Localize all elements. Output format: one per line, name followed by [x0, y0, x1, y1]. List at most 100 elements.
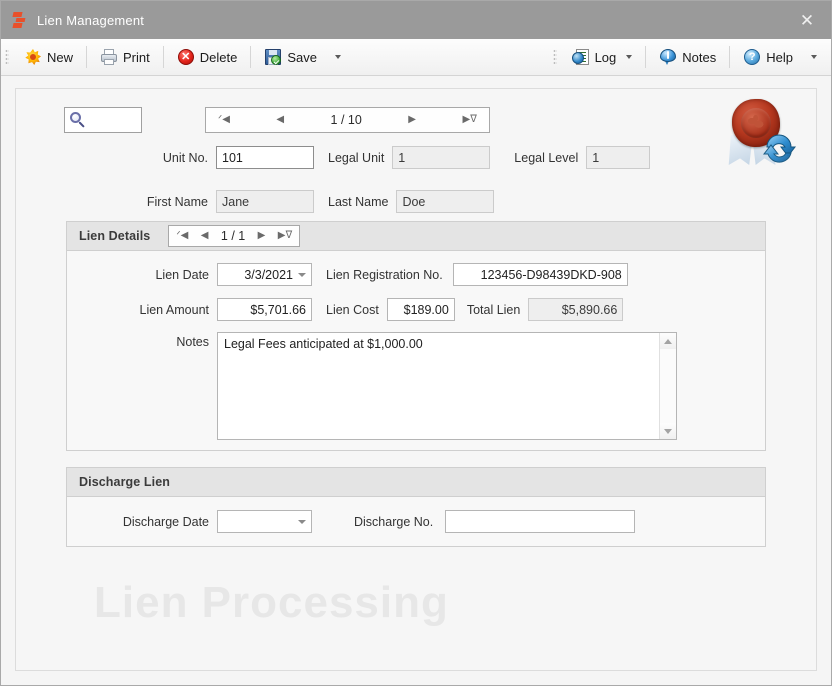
lien-nav-prev-button[interactable]: ◀ — [201, 231, 209, 241]
chevron-down-icon — [334, 55, 341, 59]
save-button-label: Save — [287, 49, 317, 65]
discharge-no-field[interactable] — [445, 510, 636, 533]
save-dropdown-button[interactable] — [328, 42, 348, 72]
nav-last-button[interactable]: ▶ᐁ — [462, 115, 477, 125]
lien-date-row: Lien Date 3/3/2021 Lien Registration No.… — [67, 263, 628, 286]
first-name-label: First Name — [146, 194, 208, 209]
notes-scrollbar[interactable] — [659, 333, 676, 439]
unit-no-field[interactable]: 101 — [216, 146, 314, 169]
first-name-field: Jane — [216, 190, 314, 213]
log-button[interactable]: Log — [563, 42, 642, 72]
lien-amount-field[interactable]: $5,701.66 — [217, 298, 312, 321]
last-name-label: Last Name — [328, 194, 389, 209]
toolbar-right-group: Log Notes ? Help — [549, 39, 825, 75]
form-panel: ᐟ◀ ◀ 1 / 10 ▶ ▶ᐁ Unit No. 101 Legal Unit… — [15, 88, 817, 671]
new-button-label: New — [47, 49, 74, 65]
chevron-down-icon — [811, 55, 817, 59]
notes-button[interactable]: Notes — [650, 42, 725, 72]
print-icon — [100, 48, 118, 66]
log-icon — [571, 48, 590, 66]
toolbar-separator — [162, 46, 164, 68]
toolbar-separator — [86, 46, 88, 68]
search-icon — [70, 112, 86, 128]
chevron-down-icon — [298, 519, 306, 524]
lien-details-record-navigator: ᐟ◀ ◀ 1 / 1 ▶ ▶ᐁ — [168, 225, 301, 247]
help-dropdown-button[interactable] — [804, 42, 824, 72]
lien-amount-row: Lien Amount $5,701.66 Lien Cost $189.00 … — [67, 298, 624, 321]
lien-date-label: Lien Date — [155, 267, 209, 282]
discharge-lien-group: Discharge Lien Discharge Date Discharge … — [66, 467, 766, 547]
search-input[interactable] — [64, 107, 142, 133]
lien-nav-last-button[interactable]: ▶ᐁ — [278, 231, 293, 241]
wax-seal-refresh-icon — [718, 97, 800, 169]
notes-label: Notes — [176, 335, 209, 349]
toolbar-left-group: New Print ✕ Delete Save — [1, 39, 349, 75]
discharge-date-label: Discharge Date — [122, 514, 209, 529]
discharge-no-label: Discharge No. — [354, 514, 434, 529]
total-lien-label: Total Lien — [466, 302, 521, 317]
legal-level-field: 1 — [586, 146, 651, 169]
lien-details-group: Lien Details ᐟ◀ ◀ 1 / 1 ▶ ▶ᐁ Lien Date 3… — [66, 221, 766, 451]
print-button-label: Print — [123, 49, 150, 65]
discharge-row: Discharge Date Discharge No. — [67, 510, 636, 533]
print-button[interactable]: Print — [91, 42, 159, 72]
total-lien-field: $5,890.66 — [528, 298, 624, 321]
notes-icon — [659, 48, 677, 66]
toolbar-separator — [645, 46, 647, 68]
new-button[interactable]: New — [15, 42, 82, 72]
notes-textarea[interactable]: Legal Fees anticipated at $1,000.00 — [217, 332, 677, 440]
main-toolbar: New Print ✕ Delete Save Log Notes ? Help — [1, 39, 831, 76]
scroll-up-icon[interactable] — [660, 333, 676, 349]
save-button[interactable]: Save — [255, 42, 326, 72]
delete-button[interactable]: ✕ Delete — [168, 42, 247, 72]
notes-value: Legal Fees anticipated at $1,000.00 — [224, 337, 423, 351]
app-logo-icon — [11, 11, 29, 29]
notes-row: Notes Legal Fees anticipated at $1,000.0… — [67, 332, 677, 440]
lien-details-header: Lien Details ᐟ◀ ◀ 1 / 1 ▶ ▶ᐁ — [67, 222, 765, 251]
close-icon[interactable]: ✕ — [783, 1, 831, 39]
discharge-date-field[interactable] — [217, 510, 312, 533]
help-button[interactable]: ? Help — [734, 42, 802, 72]
discharge-lien-title: Discharge Lien — [79, 475, 171, 489]
notes-button-label: Notes — [682, 49, 717, 65]
watermark-text: Lien Processing — [94, 578, 449, 627]
legal-unit-label: Legal Unit — [328, 150, 385, 165]
discharge-lien-header: Discharge Lien — [67, 468, 765, 497]
legal-unit-field: 1 — [392, 146, 491, 169]
window-title: Lien Management — [37, 12, 145, 28]
window-titlebar: Lien Management ✕ — [1, 1, 831, 39]
lien-record-position: 1 / 1 — [220, 229, 246, 243]
name-row: First Name Jane Last Name Doe — [16, 190, 495, 213]
log-button-label: Log — [594, 49, 617, 65]
help-icon: ? — [743, 48, 761, 66]
scroll-down-icon[interactable] — [660, 423, 676, 439]
lien-date-field[interactable]: 3/3/2021 — [217, 263, 312, 286]
toolbar-grip-icon[interactable] — [5, 49, 9, 65]
last-name-field: Doe — [396, 190, 495, 213]
toolbar-grip-icon[interactable] — [552, 49, 557, 65]
lien-nav-first-button[interactable]: ᐟ◀ — [176, 231, 188, 241]
legal-level-label: Legal Level — [514, 150, 579, 165]
lien-nav-next-button[interactable]: ▶ — [258, 231, 266, 241]
nav-first-button[interactable]: ᐟ◀ — [218, 115, 230, 125]
toolbar-separator — [729, 46, 731, 68]
record-position: 1 / 10 — [330, 113, 362, 127]
chevron-down-icon — [298, 272, 306, 277]
content-area: ᐟ◀ ◀ 1 / 10 ▶ ▶ᐁ Unit No. 101 Legal Unit… — [1, 76, 831, 685]
lien-amount-label: Lien Amount — [139, 302, 210, 317]
chevron-down-icon — [626, 55, 633, 59]
lien-date-value: 3/3/2021 — [244, 267, 293, 282]
lien-management-window: Lien Management ✕ New Print ✕ Delete Sav… — [0, 0, 832, 686]
lien-registration-no-field[interactable]: 123456-D98439DKD-908 — [452, 263, 628, 286]
delete-button-label: Delete — [199, 49, 238, 65]
new-icon — [24, 48, 42, 66]
toolbar-separator — [250, 46, 252, 68]
unit-row: Unit No. 101 Legal Unit 1 Legal Level 1 — [16, 146, 651, 169]
lien-cost-label: Lien Cost — [326, 302, 379, 317]
unit-no-label: Unit No. — [162, 150, 208, 165]
nav-next-button[interactable]: ▶ — [408, 115, 416, 125]
nav-prev-button[interactable]: ◀ — [276, 115, 284, 125]
lien-registration-no-label: Lien Registration No. — [326, 267, 443, 282]
lien-cost-field[interactable]: $189.00 — [386, 298, 455, 321]
save-icon — [264, 48, 282, 66]
